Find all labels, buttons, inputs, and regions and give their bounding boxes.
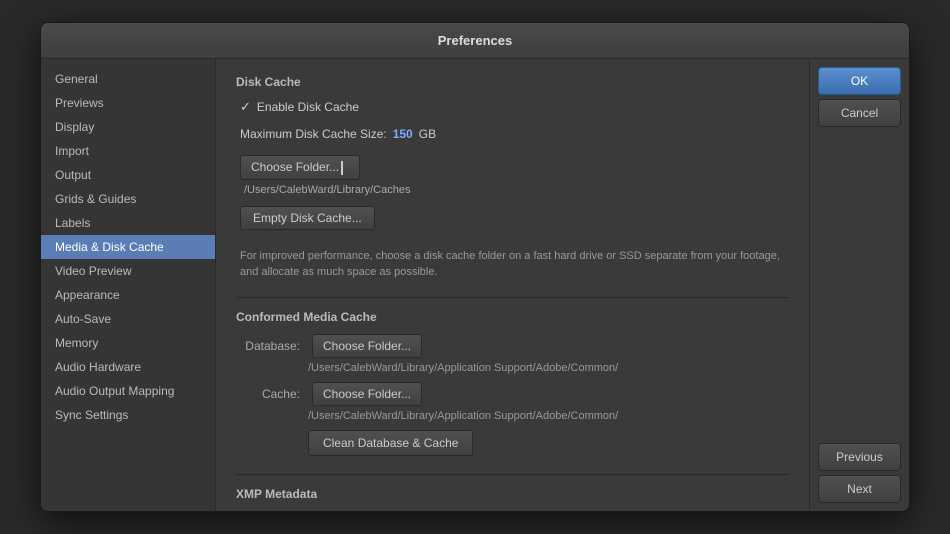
sidebar-item-audio-output-mapping[interactable]: Audio Output Mapping [41, 379, 215, 403]
conformed-cache-section-title: Conformed Media Cache [236, 310, 789, 324]
empty-disk-cache-button[interactable]: Empty Disk Cache... [240, 206, 375, 230]
sidebar: General Previews Display Import Output G… [41, 59, 216, 511]
xmp-divider [236, 474, 789, 475]
sidebar-item-general[interactable]: General [41, 67, 215, 91]
sidebar-item-memory[interactable]: Memory [41, 331, 215, 355]
actions-panel: OK Cancel Previous Next [809, 59, 909, 511]
cache-label: Cache: [240, 387, 300, 401]
cancel-button[interactable]: Cancel [818, 99, 901, 127]
cache-choose-folder-button[interactable]: Choose Folder... [312, 382, 422, 406]
dialog-title: Preferences [438, 33, 512, 48]
dialog-body: General Previews Display Import Output G… [41, 59, 909, 511]
max-size-unit: GB [419, 127, 436, 141]
sidebar-item-auto-save[interactable]: Auto-Save [41, 307, 215, 331]
sidebar-item-video-preview[interactable]: Video Preview [41, 259, 215, 283]
sidebar-item-sync-settings[interactable]: Sync Settings [41, 403, 215, 427]
database-row: Database: Choose Folder... [240, 334, 789, 358]
sidebar-item-previews[interactable]: Previews [41, 91, 215, 115]
ok-button[interactable]: OK [818, 67, 901, 95]
sidebar-item-appearance[interactable]: Appearance [41, 283, 215, 307]
database-choose-folder-button[interactable]: Choose Folder... [312, 334, 422, 358]
cache-path: /Users/CalebWard/Library/Application Sup… [308, 410, 789, 422]
database-path: /Users/CalebWard/Library/Application Sup… [308, 362, 789, 374]
section-divider [236, 297, 789, 298]
sidebar-item-labels[interactable]: Labels [41, 211, 215, 235]
max-cache-row: Maximum Disk Cache Size: 150 GB [240, 127, 789, 141]
previous-button[interactable]: Previous [818, 443, 901, 471]
enable-disk-cache-row: ✓ Enable Disk Cache [240, 99, 789, 115]
cursor-icon [341, 161, 349, 175]
choose-folder-button[interactable]: Choose Folder... [240, 155, 360, 180]
xmp-section-title: XMP Metadata [236, 487, 789, 501]
content-area: Disk Cache ✓ Enable Disk Cache Maximum D… [216, 59, 809, 511]
sidebar-item-output[interactable]: Output [41, 163, 215, 187]
enable-disk-cache-label: Enable Disk Cache [257, 100, 359, 114]
sidebar-item-display[interactable]: Display [41, 115, 215, 139]
disk-cache-section-title: Disk Cache [236, 75, 789, 89]
database-label: Database: [240, 339, 300, 353]
sidebar-item-audio-hardware[interactable]: Audio Hardware [41, 355, 215, 379]
sidebar-item-grids-guides[interactable]: Grids & Guides [41, 187, 215, 211]
sidebar-item-media-disk-cache[interactable]: Media & Disk Cache [41, 235, 215, 259]
max-size-label: Maximum Disk Cache Size: [240, 127, 387, 141]
clean-database-cache-button[interactable]: Clean Database & Cache [308, 430, 473, 456]
next-button[interactable]: Next [818, 475, 901, 503]
cache-folder-path: /Users/CalebWard/Library/Caches [244, 184, 789, 196]
max-size-value: 150 [393, 127, 413, 141]
sidebar-item-import[interactable]: Import [41, 139, 215, 163]
cache-row: Cache: Choose Folder... [240, 382, 789, 406]
preferences-dialog: Preferences General Previews Display Imp… [40, 22, 910, 512]
title-bar: Preferences [41, 23, 909, 59]
checkmark-icon: ✓ [240, 99, 251, 115]
disk-cache-hint: For improved performance, choose a disk … [240, 248, 780, 281]
